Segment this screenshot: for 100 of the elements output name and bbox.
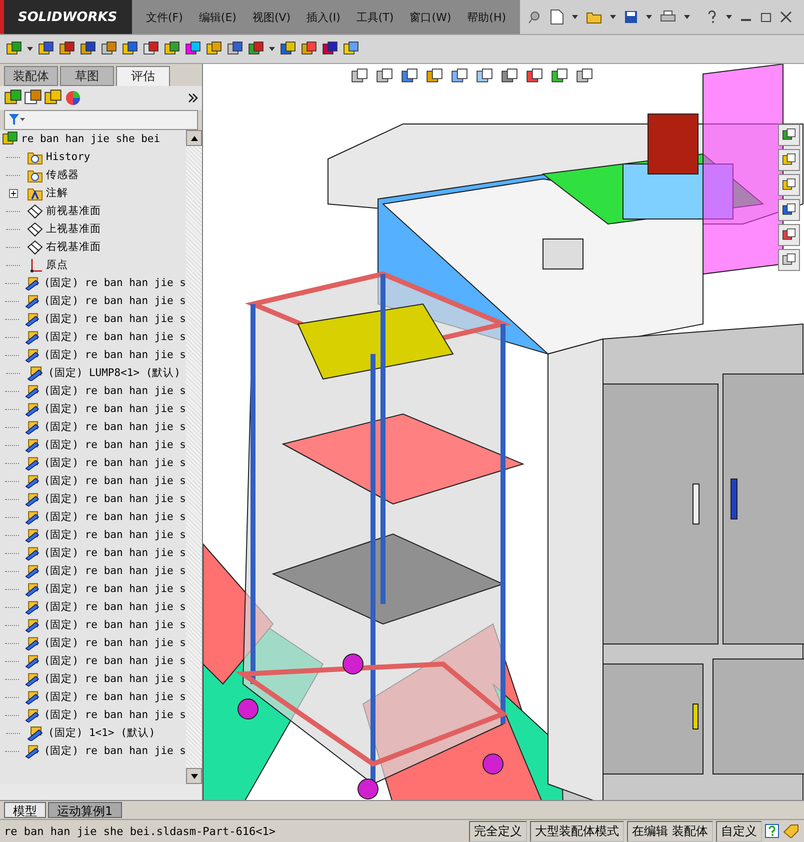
menu-item[interactable]: 工具(T) [350, 8, 400, 26]
tree-item[interactable]: 原点 [46, 258, 68, 272]
tree-item[interactable]: 右视基准面 [46, 240, 101, 254]
toolbar-tool-icon[interactable] [280, 41, 296, 57]
view-tool-icon[interactable] [526, 68, 543, 85]
toolbar-tool-icon[interactable] [101, 41, 117, 57]
task-pane-icon[interactable] [782, 228, 796, 242]
tree-item[interactable]: (固定) re ban han jie s [44, 330, 186, 344]
toolbar-tool-icon[interactable] [164, 41, 180, 57]
printer-icon[interactable] [660, 10, 676, 24]
tree-item[interactable]: (固定) re ban han jie s [44, 312, 186, 326]
tree-item[interactable]: (固定) re ban han jie s [44, 546, 186, 560]
tree-item[interactable]: re ban han jie she bei [21, 133, 160, 145]
toolbar-tool-icon[interactable] [59, 41, 75, 57]
task-pane-icon[interactable] [782, 153, 796, 167]
toolbar-tool-icon[interactable] [122, 41, 138, 57]
close-icon[interactable] [780, 11, 792, 23]
bottom-tab[interactable]: 模型 [4, 802, 46, 818]
filter-icon[interactable] [9, 114, 25, 126]
tree-item[interactable]: (固定) re ban han jie s [44, 654, 186, 668]
task-pane-tab[interactable] [778, 224, 800, 246]
expand-chevron-icon[interactable] [188, 93, 198, 103]
scroll-up-arrow-icon[interactable] [190, 136, 198, 140]
view-tool-icon[interactable] [401, 68, 418, 85]
tree-item[interactable]: (固定) LUMP8<1> (默认) [48, 366, 181, 380]
restore-icon[interactable] [760, 11, 772, 23]
task-pane-tab[interactable] [778, 199, 800, 221]
property-tab-icon[interactable] [24, 89, 42, 107]
tree-item[interactable]: (固定) re ban han jie s [44, 294, 186, 308]
toolbar-tool-icon[interactable] [301, 41, 317, 57]
task-pane-icon[interactable] [782, 203, 796, 217]
menu-item[interactable]: 视图(V) [246, 8, 297, 26]
tree-item[interactable]: 前视基准面 [46, 204, 101, 218]
task-pane-tab[interactable] [778, 174, 800, 196]
tree-item[interactable]: (固定) re ban han jie s [44, 618, 186, 632]
expand-toggle-icon[interactable] [8, 188, 18, 198]
toolbar-tool-icon[interactable] [322, 41, 338, 57]
color-wheel-icon[interactable] [64, 89, 82, 107]
tree-item[interactable]: (固定) re ban han jie s [44, 636, 186, 650]
menu-item[interactable]: 窗口(W) [404, 8, 458, 26]
toolbar-tool-icon[interactable] [143, 41, 159, 57]
view-tool-icon[interactable] [501, 68, 518, 85]
toolbar-tool-icon[interactable] [343, 41, 359, 57]
view-tool-icon[interactable] [426, 68, 443, 85]
help-icon[interactable] [706, 10, 718, 24]
view-tool-icon[interactable] [576, 68, 593, 85]
view-tool-icon[interactable] [451, 68, 468, 85]
menu-item[interactable]: 编辑(E) [192, 8, 242, 26]
save-icon[interactable] [624, 10, 638, 24]
tree-item[interactable]: 上视基准面 [46, 222, 101, 236]
tree-item[interactable]: (固定) re ban han jie s [44, 492, 186, 506]
caret-icon[interactable] [269, 47, 275, 51]
feature-tree-tab-icon[interactable] [4, 89, 22, 107]
tree-item[interactable]: (固定) re ban han jie s [44, 474, 186, 488]
tree-item[interactable]: (固定) re ban han jie s [44, 690, 186, 704]
caret-icon[interactable] [646, 15, 652, 19]
tree-item[interactable]: (固定) re ban han jie s [44, 510, 186, 524]
caret-icon[interactable] [610, 15, 616, 19]
menu-item[interactable]: 帮助(H) [461, 8, 512, 26]
panel-tab[interactable]: 草图 [60, 66, 114, 86]
tree-item[interactable]: (固定) re ban han jie s [44, 348, 186, 362]
tree-item[interactable]: (固定) re ban han jie s [44, 402, 186, 416]
tag-icon[interactable] [782, 824, 800, 838]
menu-item[interactable]: 文件(F) [140, 8, 189, 26]
toolbar-tool-icon[interactable] [6, 41, 22, 57]
toolbar-tool-icon[interactable] [248, 41, 264, 57]
view-tool-icon[interactable] [351, 68, 368, 85]
new-document-icon[interactable] [550, 9, 564, 25]
tree-item[interactable]: (固定) re ban han jie s [44, 600, 186, 614]
caret-icon[interactable] [27, 47, 33, 51]
caret-icon[interactable] [684, 15, 690, 19]
tree-item[interactable]: (固定) re ban han jie s [44, 582, 186, 596]
tree-item[interactable]: (固定) re ban han jie s [44, 528, 186, 542]
help-icon[interactable] [765, 824, 779, 838]
task-pane-tab[interactable] [778, 249, 800, 271]
open-folder-icon[interactable] [586, 10, 602, 24]
bottom-tab[interactable]: 运动算例1 [48, 802, 122, 818]
view-tool-icon[interactable] [376, 68, 393, 85]
tree-item[interactable]: (固定) re ban han jie s [44, 456, 186, 470]
tree-item[interactable]: 注解 [46, 186, 68, 200]
tree-item[interactable]: (固定) re ban han jie s [44, 420, 186, 434]
task-pane-tab[interactable] [778, 149, 800, 171]
tree-item[interactable]: (固定) re ban han jie s [44, 708, 186, 722]
tree-item[interactable]: (固定) re ban han jie s [44, 384, 186, 398]
view-tool-icon[interactable] [476, 68, 493, 85]
tree-item[interactable]: (固定) re ban han jie s [44, 744, 186, 758]
tree-item[interactable]: (固定) re ban han jie s [44, 564, 186, 578]
view-tool-icon[interactable] [551, 68, 568, 85]
toolbar-tool-icon[interactable] [38, 41, 54, 57]
task-pane-icon[interactable] [782, 253, 796, 267]
toolbar-tool-icon[interactable] [206, 41, 222, 57]
tree-item[interactable]: 传感器 [46, 168, 79, 182]
horizontal-scrollbar[interactable] [0, 784, 202, 800]
caret-icon[interactable] [572, 15, 578, 19]
filter-field[interactable] [4, 110, 198, 130]
configuration-tab-icon[interactable] [44, 89, 62, 107]
toolbar-tool-icon[interactable] [80, 41, 96, 57]
panel-tab[interactable]: 评估 [116, 66, 170, 86]
vertical-scrollbar[interactable] [186, 130, 202, 784]
toolbar-tool-icon[interactable] [227, 41, 243, 57]
